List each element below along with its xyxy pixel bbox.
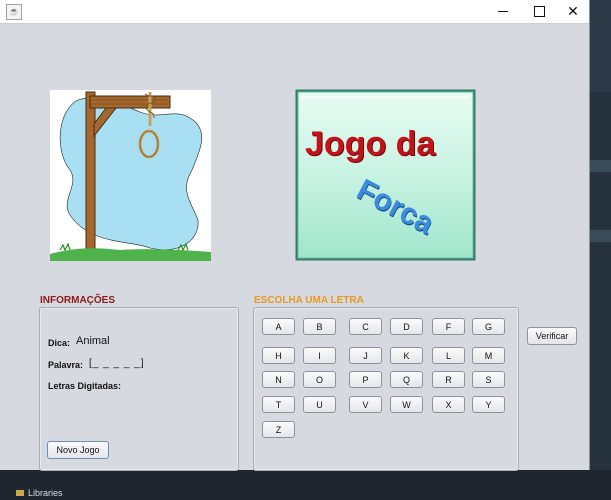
info-title: INFORMAÇÕES <box>40 295 115 306</box>
java-icon: ☕ <box>6 4 22 20</box>
letters-title: ESCOLHA UMA LETRA <box>254 295 364 306</box>
letter-button-s[interactable]: S <box>472 371 505 388</box>
letter-button-j[interactable]: J <box>349 347 382 364</box>
ide-libraries-item: Libraries <box>16 488 63 498</box>
close-button[interactable]: ✕ <box>556 0 590 23</box>
letter-button-f[interactable]: F <box>432 318 465 335</box>
letter-button-y[interactable]: Y <box>472 396 505 413</box>
new-game-button[interactable]: Novo Jogo <box>47 441 109 459</box>
background-ide <box>589 0 611 500</box>
background-ide-bottom <box>0 470 611 500</box>
letter-button-d[interactable]: D <box>390 318 423 335</box>
letter-button-c[interactable]: C <box>349 318 382 335</box>
hint-value: Animal <box>76 335 110 347</box>
letter-button-v[interactable]: V <box>349 396 382 413</box>
game-logo: Jogo da Forca <box>295 89 476 261</box>
letter-button-q[interactable]: Q <box>390 371 423 388</box>
letter-button-m[interactable]: M <box>472 347 505 364</box>
letter-button-a[interactable]: A <box>262 318 295 335</box>
letter-button-z[interactable]: Z <box>262 421 295 438</box>
letter-button-g[interactable]: G <box>472 318 505 335</box>
letter-button-w[interactable]: W <box>390 396 423 413</box>
letter-button-t[interactable]: T <box>262 396 295 413</box>
word-label: Palavra: <box>48 360 84 370</box>
verify-button[interactable]: Verificar <box>527 327 577 345</box>
letter-button-p[interactable]: P <box>349 371 382 388</box>
letter-button-i[interactable]: I <box>303 347 336 364</box>
title-bar: ☕ ✕ <box>0 0 589 24</box>
gallows-image <box>50 90 211 261</box>
letter-button-x[interactable]: X <box>432 396 465 413</box>
hint-label: Dica: <box>48 338 71 348</box>
letter-button-l[interactable]: L <box>432 347 465 364</box>
typed-letters-label: Letras Digitadas: <box>48 381 122 391</box>
letter-button-k[interactable]: K <box>390 347 423 364</box>
hangman-window: ☕ ✕ Jogo da Forca INFORMAÇÕES Dica: Anim… <box>0 0 590 471</box>
letter-button-r[interactable]: R <box>432 371 465 388</box>
letter-button-b[interactable]: B <box>303 318 336 335</box>
word-value: [_ _ _ _ _] <box>89 358 145 369</box>
logo-title: Jogo da <box>305 125 436 163</box>
letter-button-h[interactable]: H <box>262 347 295 364</box>
letter-button-u[interactable]: U <box>303 396 336 413</box>
letter-button-o[interactable]: O <box>303 371 336 388</box>
minimize-button[interactable] <box>486 0 520 23</box>
maximize-button[interactable] <box>522 0 556 23</box>
letter-button-n[interactable]: N <box>262 371 295 388</box>
folder-icon <box>16 490 24 496</box>
